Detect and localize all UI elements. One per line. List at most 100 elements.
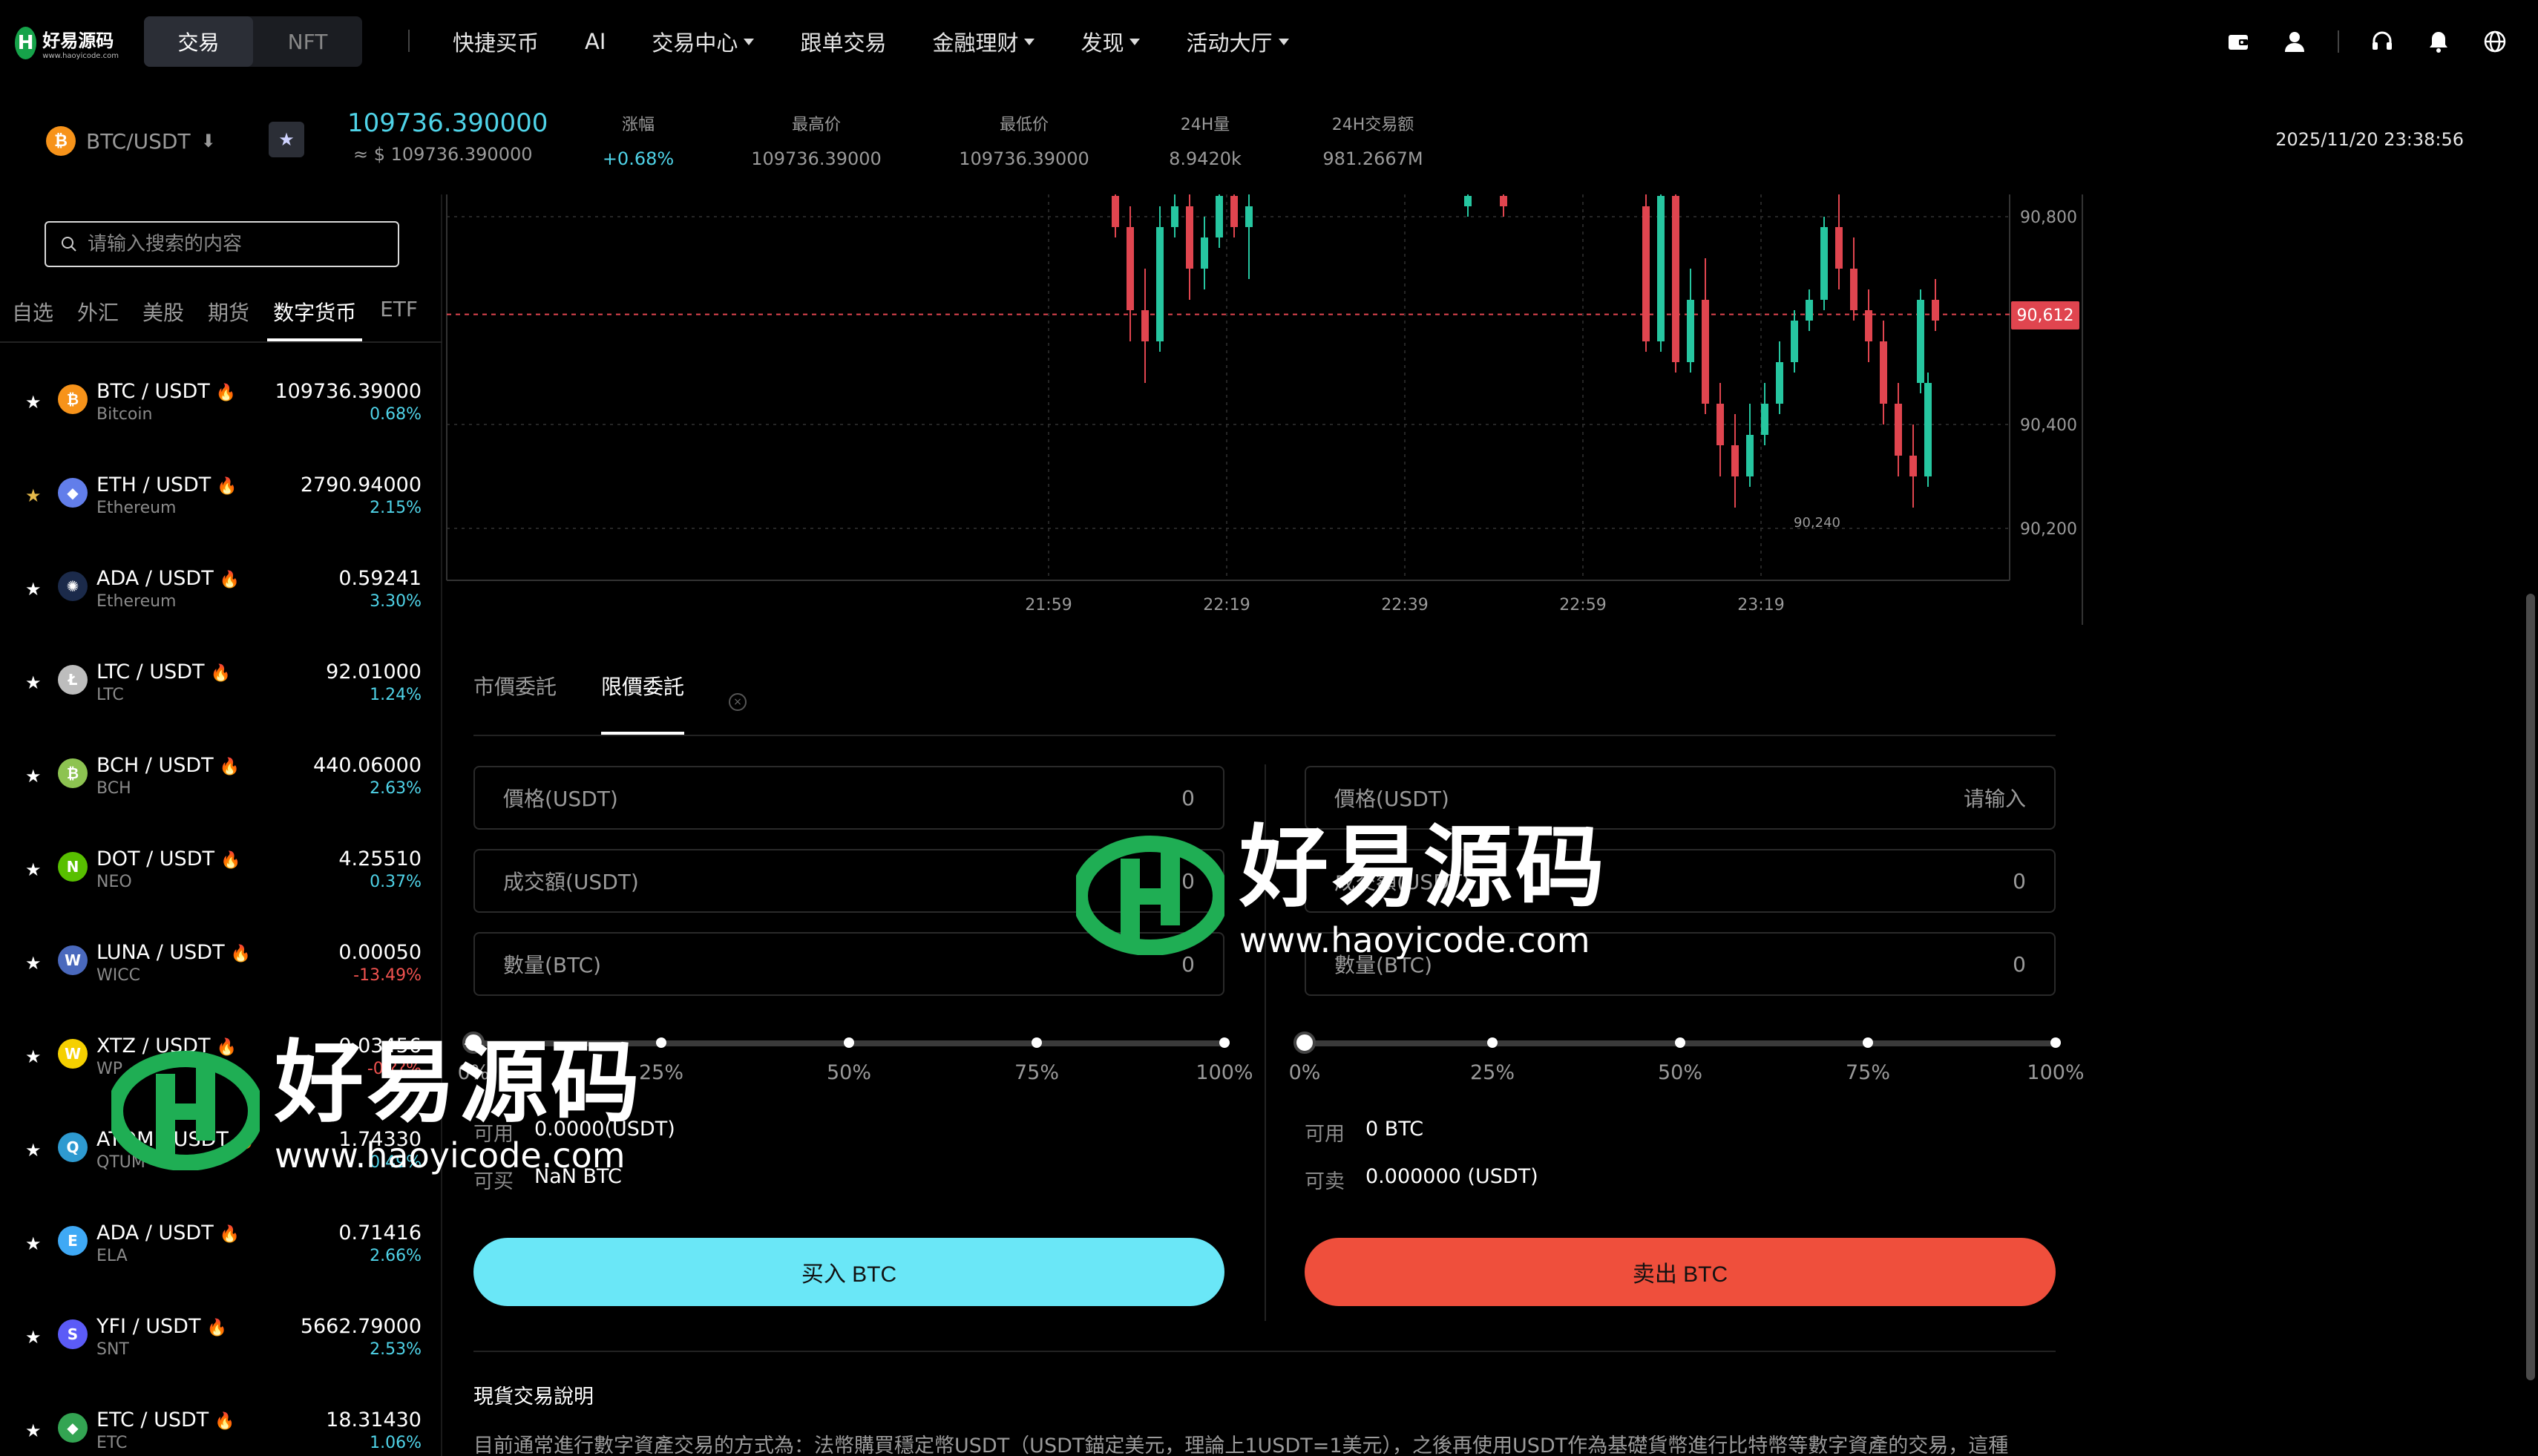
category-tab[interactable]: 期货 (196, 297, 261, 341)
slider-stop[interactable] (844, 1037, 854, 1048)
category-tab[interactable]: 自选 (0, 297, 65, 341)
coin-icon: ◆ (58, 1413, 88, 1443)
market-name: LTC (96, 686, 124, 704)
tab-market-order[interactable]: 市價委託 (473, 671, 557, 735)
sell-button[interactable]: 卖出 BTC (1305, 1238, 2056, 1306)
x-tick-label: 21:59 (1025, 596, 1072, 614)
market-row[interactable]: ★ ✺ ADA / USDT 🔥 Ethereum 0.59241 3.30% (0, 557, 442, 650)
nav-link[interactable]: 活动大厅 (1186, 26, 1289, 57)
nav-link[interactable]: 快捷买币 (453, 26, 539, 57)
slider-stop[interactable] (1032, 1037, 1042, 1048)
buy-percent-slider[interactable] (462, 1029, 1230, 1058)
category-tab[interactable]: 外汇 (65, 297, 131, 341)
sell-qty-input[interactable]: 0 (2013, 952, 2026, 977)
divider (0, 341, 442, 343)
chart-canvas[interactable]: 90,800 90,400 90,200 21:59 22:19 22:39 22:59 23… (444, 194, 2084, 625)
buy-price-input[interactable]: 0 (1181, 786, 1195, 810)
sell-amount-input[interactable]: 0 (2013, 869, 2026, 893)
slider-stop[interactable] (1219, 1037, 1230, 1048)
slider-handle[interactable] (462, 1032, 485, 1054)
star-icon[interactable]: ★ (25, 1420, 42, 1441)
market-change: 2.63% (370, 779, 422, 798)
slider-stop[interactable] (1863, 1037, 1873, 1048)
buy-amount-input[interactable]: 0 (1181, 869, 1195, 893)
globe-icon[interactable] (2482, 28, 2508, 55)
star-icon[interactable]: ★ (25, 1233, 42, 1254)
category-tab[interactable]: 数字货币 (261, 297, 368, 341)
slider-stop[interactable] (2050, 1037, 2061, 1048)
close-icon[interactable]: × (729, 693, 747, 711)
market-row[interactable]: ★ S YFI / USDT 🔥 SNT 5662.79000 2.53% (0, 1305, 442, 1398)
buy-slider-ticks: 0% 25% 50% 75% 100% (458, 1061, 1260, 1091)
sell-amount-label: 成交額(USDT) (1334, 870, 1470, 894)
favorite-star-button[interactable]: ★ (269, 122, 304, 157)
star-icon[interactable]: ★ (25, 859, 42, 880)
market-row[interactable]: ★ E ADA / USDT 🔥 ELA 0.71416 2.66% (0, 1211, 442, 1305)
market-row[interactable]: ★ ₿ BTC / USDT 🔥 Bitcoin 109736.39000 0.68% (0, 370, 442, 463)
tab-trade[interactable]: 交易 (144, 16, 253, 67)
buy-qty-field[interactable]: 數量(BTC) 0 (473, 932, 1224, 996)
market-search[interactable] (45, 221, 399, 267)
headset-icon[interactable] (2369, 28, 2396, 55)
market-row[interactable]: ★ N DOT / USDT 🔥 NEO 4.25510 0.37% (0, 837, 442, 931)
nav-link[interactable]: 发现 (1081, 26, 1141, 57)
logo[interactable]: H 好易源码 www.haoyicode.com (15, 21, 119, 65)
star-icon[interactable]: ★ (25, 1327, 42, 1348)
candlestick-chart[interactable]: 90,800 90,400 90,200 21:59 22:19 22:39 22:59 23… (444, 194, 2084, 625)
market-row[interactable]: ★ W XTZ / USDT 🔥 WP 0.03456 -0.??% (0, 1024, 442, 1118)
star-icon[interactable]: ★ (25, 485, 42, 506)
market-row[interactable]: ★ Q ATOM / USDT 🔥 QTUM 1.74330 0.49% (0, 1118, 442, 1211)
search-input[interactable] (88, 233, 370, 255)
sell-amount-field[interactable]: 成交額(USDT) 0 (1305, 849, 2056, 913)
market-row[interactable]: ★ ◆ ETC / USDT 🔥 ETC 18.31430 1.06% (0, 1398, 442, 1456)
hot-fire-icon: 🔥 (216, 1038, 237, 1057)
slider-stop[interactable] (1675, 1037, 1685, 1048)
sell-percent-slider[interactable] (1293, 1029, 2061, 1058)
slider-stop[interactable] (1487, 1037, 1498, 1048)
market-price: 4.25510 (338, 847, 422, 870)
sell-price-input[interactable]: 请输入 (1964, 783, 2026, 813)
ticker-stat: 最高价 109736.39000 (751, 116, 882, 169)
category-tab[interactable]: 美股 (131, 297, 196, 341)
market-row[interactable]: ★ W LUNA / USDT 🔥 WICC 0.00050 -13.49% (0, 931, 442, 1024)
star-icon[interactable]: ★ (25, 1046, 42, 1067)
buy-button[interactable]: 买入 BTC (473, 1238, 1224, 1306)
star-icon[interactable]: ★ (25, 392, 42, 413)
x-tick-label: 22:39 (1381, 596, 1428, 614)
nav-link[interactable]: 金融理财 (932, 26, 1035, 57)
y-tick-label: 90,200 (2020, 520, 2077, 539)
tab-limit-order[interactable]: 限價委託 (601, 671, 685, 735)
sell-qty-field[interactable]: 數量(BTC) 0 (1305, 932, 2056, 996)
bell-icon[interactable] (2425, 28, 2452, 55)
buy-price-field[interactable]: 價格(USDT) 0 (473, 766, 1224, 830)
market-row[interactable]: ★ ◆ ETH / USDT 🔥 Ethereum 2790.94000 2.15% (0, 463, 442, 557)
market-list: ★ ₿ BTC / USDT 🔥 Bitcoin 109736.39000 0.68% ★ ◆ E… (0, 370, 442, 1456)
star-icon[interactable]: ★ (25, 1140, 42, 1161)
wallet-icon[interactable] (2225, 28, 2252, 55)
star-icon[interactable]: ★ (25, 766, 42, 787)
market-pair: DOT / USDT (96, 847, 214, 870)
buy-qty-input[interactable]: 0 (1181, 952, 1195, 977)
coin-icon: ₿ (58, 384, 88, 414)
nav-link[interactable]: 交易中心 (652, 26, 755, 57)
candle-body (1746, 435, 1754, 476)
buy-amount-field[interactable]: 成交額(USDT) 0 (473, 849, 1224, 913)
market-row[interactable]: ★ ₿ BCH / USDT 🔥 BCH 440.06000 2.63% (0, 744, 442, 837)
nav-link[interactable]: 跟单交易 (800, 26, 886, 57)
slider-stop[interactable] (656, 1037, 666, 1048)
sell-price-field[interactable]: 價格(USDT) 请输入 (1305, 766, 2056, 830)
page-scrollbar[interactable] (2526, 594, 2535, 1380)
star-icon[interactable]: ★ (25, 579, 42, 600)
low-price-marker: 90,240 (1794, 515, 1840, 531)
market-row[interactable]: ★ Ł LTC / USDT 🔥 LTC 92.01000 1.24% (0, 650, 442, 744)
category-tab[interactable]: ETF (368, 297, 430, 341)
star-icon[interactable]: ★ (25, 672, 42, 693)
tab-nft[interactable]: NFT (253, 16, 362, 67)
pair-selector[interactable]: ₿ BTC/USDT ⬇ (46, 126, 216, 156)
user-icon[interactable] (2281, 28, 2308, 55)
star-icon[interactable]: ★ (25, 953, 42, 974)
candle-body (1731, 445, 1739, 476)
nav-link[interactable]: AI (585, 29, 606, 54)
slider-handle[interactable] (1293, 1032, 1316, 1054)
x-tick-label: 22:19 (1203, 596, 1250, 614)
